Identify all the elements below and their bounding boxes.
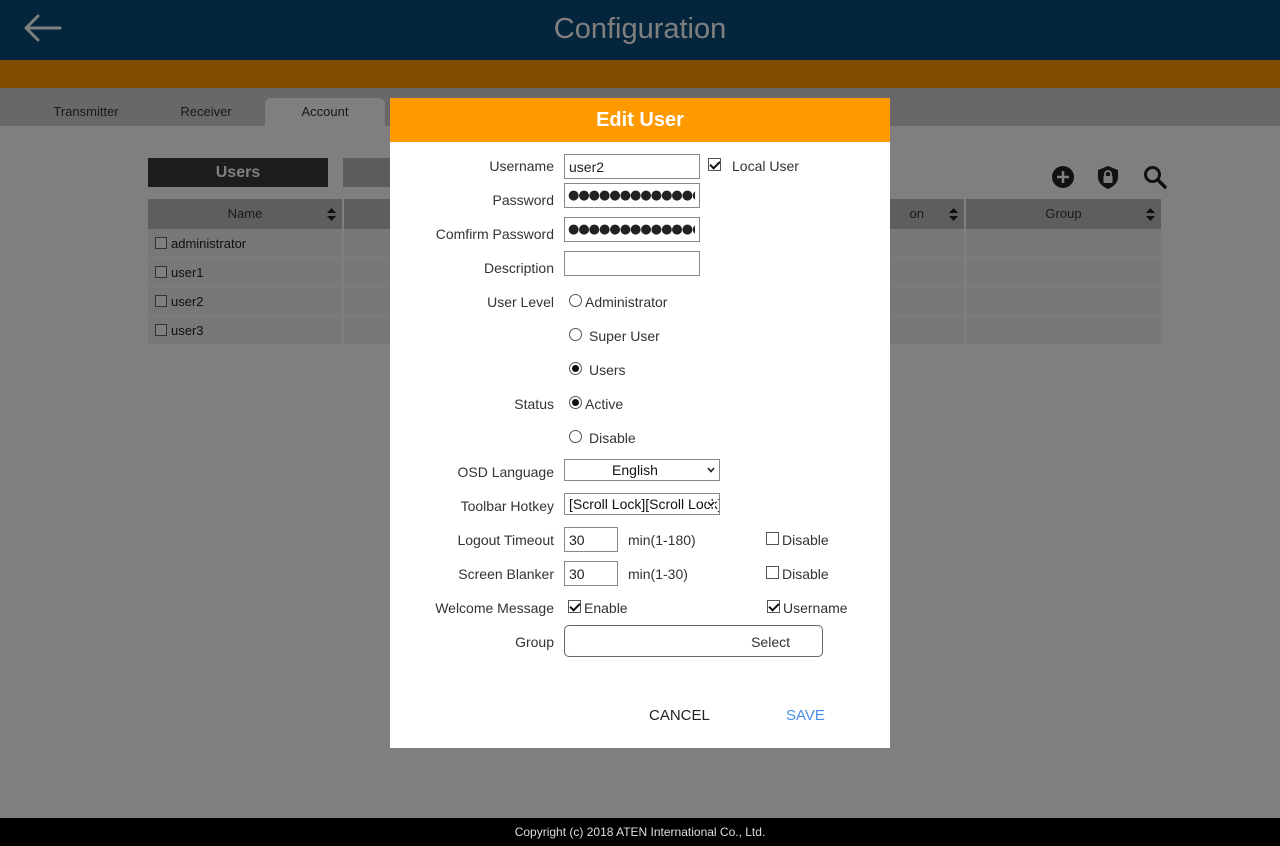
username-input[interactable] <box>564 154 700 179</box>
save-button[interactable]: SAVE <box>786 707 825 724</box>
user-level-super-user-label: Super User <box>589 328 660 344</box>
screen-blanker-disable-label: Disable <box>782 566 829 582</box>
local-user-checkbox[interactable] <box>708 158 721 171</box>
username-label: Username <box>489 158 554 174</box>
logout-timeout-label: Logout Timeout <box>457 532 554 548</box>
group-label: Group <box>515 634 554 650</box>
logout-timeout-input[interactable] <box>564 527 618 552</box>
osd-language-value: English <box>612 462 658 478</box>
cancel-button[interactable]: CANCEL <box>649 707 710 724</box>
status-label: Status <box>514 396 554 412</box>
osd-language-label: OSD Language <box>457 464 554 480</box>
toolbar-hotkey-value: [Scroll Lock][Scroll Lock] <box>569 496 720 512</box>
logout-timeout-disable-checkbox[interactable] <box>766 532 779 545</box>
screen-blanker-disable-checkbox[interactable] <box>766 566 779 579</box>
description-label: Description <box>483 260 554 276</box>
dialog-title: Edit User <box>390 98 890 142</box>
welcome-message-label: Welcome Message <box>435 600 554 616</box>
description-input[interactable] <box>564 251 700 276</box>
toolbar-hotkey-select[interactable]: [Scroll Lock][Scroll Lock] <box>564 493 720 515</box>
edit-user-dialog: Edit User Username Local User Password C… <box>390 98 890 748</box>
status-disable-label: Disable <box>589 430 636 446</box>
user-level-label: User Level <box>487 294 554 310</box>
chevron-down-icon <box>707 501 715 507</box>
screen-blanker-unit: min(1-30) <box>628 566 688 582</box>
screen-blanker-input[interactable] <box>564 561 618 586</box>
confirm-password-input[interactable] <box>564 217 700 242</box>
status-active-radio[interactable] <box>569 396 582 409</box>
screen-blanker-label: Screen Blanker <box>458 566 554 582</box>
welcome-enable-label: Enable <box>584 600 628 616</box>
user-level-administrator-radio[interactable] <box>569 294 582 307</box>
logout-timeout-unit: min(1-180) <box>628 532 696 548</box>
chevron-down-icon <box>707 467 715 473</box>
user-level-super-user-radio[interactable] <box>569 328 582 341</box>
osd-language-select[interactable]: English <box>564 459 720 481</box>
logout-timeout-disable-label: Disable <box>782 532 829 548</box>
toolbar-hotkey-label: Toolbar Hotkey <box>460 498 554 514</box>
welcome-enable-checkbox[interactable] <box>568 600 581 613</box>
footer: Copyright (c) 2018 ATEN International Co… <box>0 818 1280 846</box>
status-disable-radio[interactable] <box>569 430 582 443</box>
confirm-password-label: Comfirm Password <box>435 226 554 242</box>
group-select-button[interactable]: Select <box>564 625 823 657</box>
group-select-label: Select <box>751 634 790 650</box>
password-label: Password <box>492 192 554 208</box>
user-level-users-label: Users <box>589 362 626 378</box>
status-active-label: Active <box>585 396 624 412</box>
user-level-administrator-label: Administrator <box>585 294 668 310</box>
welcome-username-checkbox[interactable] <box>767 600 780 613</box>
user-level-users-radio[interactable] <box>569 362 582 375</box>
welcome-username-label: Username <box>783 600 848 616</box>
password-input[interactable] <box>564 183 700 208</box>
local-user-label: Local User <box>732 158 799 174</box>
